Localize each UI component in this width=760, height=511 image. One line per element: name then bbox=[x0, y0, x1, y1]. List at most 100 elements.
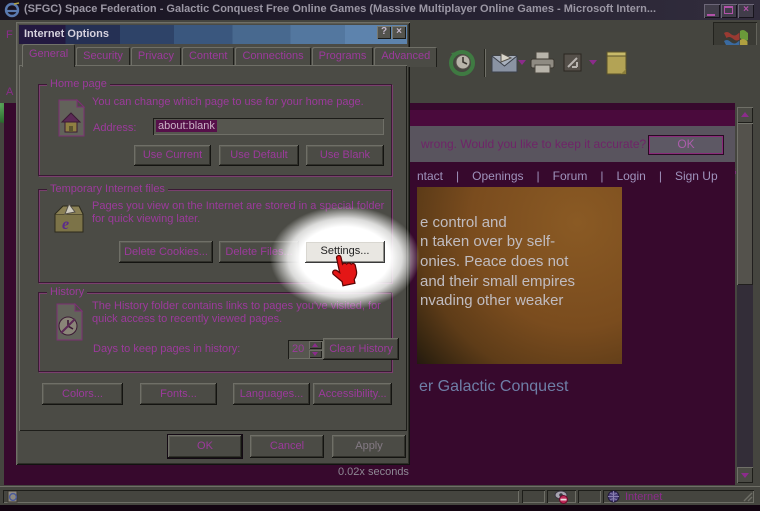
page-notice-header bbox=[404, 110, 735, 126]
scroll-down-button[interactable] bbox=[737, 467, 753, 483]
status-privacy-panel bbox=[547, 490, 576, 503]
home-page-description: You can change which page to use for you… bbox=[92, 96, 364, 109]
use-default-button[interactable]: Use Default bbox=[219, 145, 299, 166]
arrow-up-icon bbox=[741, 112, 749, 117]
use-blank-button[interactable]: Use Blank bbox=[306, 145, 384, 166]
home-address-input[interactable]: about:blank bbox=[153, 118, 384, 135]
delete-cookies-button[interactable]: Delete Cookies... bbox=[119, 241, 213, 263]
ie-logo-icon bbox=[4, 2, 20, 18]
nav-link-forum[interactable]: Forum bbox=[553, 169, 588, 183]
nav-link-openings[interactable]: Openings bbox=[472, 169, 523, 183]
nav-separator: | bbox=[456, 169, 459, 183]
home-page-group: Home page You can change which page to u… bbox=[38, 84, 392, 176]
page-nav: ntact | Openings | Forum | Login | Sign … bbox=[417, 169, 718, 183]
planet-text-line: e control and bbox=[420, 214, 507, 231]
planet-text-line: n taken over by self- bbox=[420, 233, 555, 250]
accessibility-button[interactable]: Accessibility... bbox=[313, 383, 392, 405]
cancel-button[interactable]: Cancel bbox=[250, 435, 324, 458]
nav-link-contact[interactable]: ntact bbox=[417, 169, 443, 183]
fullscreen-button[interactable] bbox=[563, 53, 582, 72]
notice-text: wrong. Would you like to keep it accurat… bbox=[421, 137, 646, 151]
close-button[interactable]: × bbox=[738, 4, 754, 18]
history-days-value: 20 bbox=[292, 343, 304, 355]
minimize-icon bbox=[707, 14, 715, 16]
mail-button[interactable] bbox=[491, 52, 518, 74]
nav-link-signup[interactable]: Sign Up bbox=[675, 169, 718, 183]
spin-down-button[interactable] bbox=[309, 350, 322, 358]
address-label-partial: A bbox=[6, 86, 13, 98]
notice-ok-button[interactable]: OK bbox=[648, 135, 724, 155]
toolbar-separator bbox=[484, 49, 486, 77]
status-panel bbox=[522, 490, 545, 503]
planet-image: e control and n taken over by self- onie… bbox=[417, 187, 622, 364]
history-button[interactable] bbox=[447, 49, 477, 77]
status-bar: Internet bbox=[0, 486, 760, 505]
spinner-buttons bbox=[309, 341, 322, 358]
nav-separator: | bbox=[537, 169, 540, 183]
colors-button[interactable]: Colors... bbox=[42, 383, 123, 405]
dialog-close-button[interactable]: × bbox=[392, 26, 406, 39]
use-current-button[interactable]: Use Current bbox=[134, 145, 211, 166]
minimize-button[interactable] bbox=[704, 4, 720, 18]
spin-up-button[interactable] bbox=[309, 341, 322, 349]
nav-separator: | bbox=[659, 169, 662, 183]
tab-content[interactable]: Content bbox=[182, 47, 235, 67]
fonts-button[interactable]: Fonts... bbox=[140, 383, 217, 405]
planet-text-line: onies. Peace does not bbox=[420, 253, 568, 270]
tab-advanced[interactable]: Advanced bbox=[374, 47, 437, 67]
temporary-files-description-2: for quick viewing later. bbox=[92, 213, 200, 226]
history-days-label: Days to keep pages in history: bbox=[93, 343, 240, 356]
status-zone-panel: Internet bbox=[603, 490, 754, 503]
tab-security[interactable]: Security bbox=[76, 47, 130, 67]
history-days-spinner[interactable]: 20 bbox=[288, 340, 323, 359]
mail-dropdown-icon[interactable] bbox=[518, 60, 526, 65]
ok-button[interactable]: OK bbox=[168, 435, 242, 458]
home-page-legend: Home page bbox=[47, 78, 110, 91]
arrow-down-icon bbox=[741, 473, 749, 478]
menu-file-partial[interactable]: F bbox=[6, 29, 13, 41]
screen-edge-strip bbox=[0, 505, 760, 511]
page-notice-box: wrong. Would you like to keep it accurat… bbox=[404, 126, 735, 162]
temporary-files-icon: e bbox=[53, 202, 87, 236]
print-button[interactable] bbox=[529, 51, 556, 75]
temporary-files-legend: Temporary Internet files bbox=[47, 183, 168, 196]
tab-privacy[interactable]: Privacy bbox=[131, 47, 181, 67]
scroll-up-button[interactable] bbox=[737, 107, 753, 123]
internet-zone-icon bbox=[607, 490, 620, 503]
home-address-label: Address: bbox=[93, 122, 136, 135]
timing-text: 0.02x seconds bbox=[338, 466, 409, 478]
browser-titlebar: (SFGC) Space Federation - Galactic Conqu… bbox=[0, 0, 760, 20]
privacy-report-icon[interactable] bbox=[554, 490, 569, 504]
nav-link-login[interactable]: Login bbox=[616, 169, 645, 183]
screen: (SFGC) Space Federation - Galactic Conqu… bbox=[0, 0, 760, 511]
internet-options-dialog: Internet Options ? × General Security Pr… bbox=[16, 22, 410, 465]
page-status-icon bbox=[7, 491, 19, 503]
apply-button[interactable]: Apply bbox=[332, 435, 406, 458]
edit-button[interactable] bbox=[604, 50, 629, 76]
planet-text-line: nvading other weaker bbox=[420, 292, 563, 309]
dialog-titlebar[interactable]: Internet Options bbox=[19, 25, 407, 44]
status-main-panel bbox=[3, 490, 519, 503]
window-title: (SFGC) Space Federation - Galactic Conqu… bbox=[24, 3, 692, 18]
status-zone-label: Internet bbox=[625, 491, 662, 503]
history-icon bbox=[55, 302, 85, 342]
languages-button[interactable]: Languages... bbox=[233, 383, 310, 405]
maximize-button[interactable] bbox=[721, 4, 737, 18]
more-tools-dropdown-icon[interactable] bbox=[589, 60, 597, 65]
clear-history-button[interactable]: Clear History bbox=[323, 338, 399, 360]
arrow-down-icon bbox=[312, 352, 318, 356]
tab-general[interactable]: General bbox=[22, 44, 75, 67]
dialog-tabs: General Security Privacy Content Connect… bbox=[22, 45, 438, 67]
history-description-2: quick access to recently viewed pages. bbox=[92, 313, 282, 326]
status-panel bbox=[578, 490, 601, 503]
resize-grip[interactable] bbox=[743, 492, 753, 502]
planet-text-line: and their small empires bbox=[420, 273, 575, 290]
page-caption-partial: er Galactic Conquest bbox=[419, 378, 568, 396]
home-address-value: about:blank bbox=[156, 120, 217, 132]
tab-connections[interactable]: Connections bbox=[235, 47, 310, 67]
maximize-icon bbox=[724, 6, 733, 14]
tab-programs[interactable]: Programs bbox=[312, 47, 374, 67]
home-page-icon bbox=[57, 98, 87, 138]
dialog-help-button[interactable]: ? bbox=[377, 26, 391, 39]
scrollbar-thumb[interactable] bbox=[737, 123, 753, 285]
